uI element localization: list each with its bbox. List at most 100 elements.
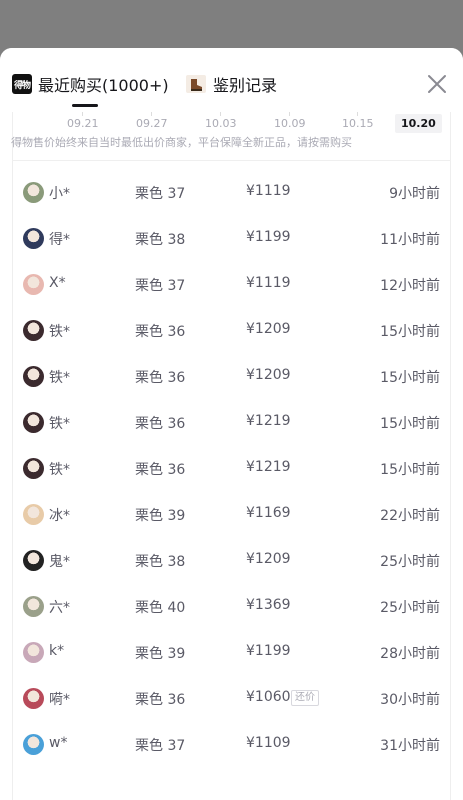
purchase-time: 28小时前: [380, 646, 440, 662]
date-label: 10.09: [274, 117, 306, 130]
product-spec: 栗色 40: [135, 600, 186, 616]
user-name: 冰*: [49, 508, 70, 524]
list-item: 铁* 栗色 36 ¥1209 15小时前: [12, 364, 451, 410]
list-item: k* 栗色 39 ¥1199 28小时前: [12, 640, 451, 686]
sale-price: ¥1169: [246, 505, 291, 521]
purchase-time: 11小时前: [380, 232, 440, 248]
user-name: 得*: [49, 232, 70, 248]
avatar: [23, 274, 44, 295]
purchase-time: 9小时前: [389, 186, 440, 202]
sale-price: ¥1119: [246, 183, 291, 199]
divider: [12, 160, 451, 161]
axis-tick: [289, 112, 290, 116]
product-spec: 栗色 38: [135, 232, 186, 248]
bargain-badge: 还价: [291, 690, 319, 706]
list-item: 得* 栗色 38 ¥1199 11小时前: [12, 226, 451, 272]
avatar: [23, 734, 44, 755]
purchase-time: 12小时前: [380, 278, 440, 294]
user-name: 鬼*: [49, 554, 70, 570]
date-label-active[interactable]: 10.20: [395, 114, 442, 133]
sale-price: ¥1209: [246, 367, 291, 383]
sale-price: ¥1209: [246, 551, 291, 567]
recent-purchases-sheet: 得物 最近购买(1000+) 鉴别记录 09.21 09.27 10.03 10…: [0, 48, 463, 800]
active-tab-indicator: [72, 104, 98, 107]
product-spec: 栗色 37: [135, 738, 186, 754]
user-name: 铁*: [49, 370, 70, 386]
product-spec: 栗色 38: [135, 554, 186, 570]
date-label: 10.15: [342, 117, 374, 130]
avatar: [23, 504, 44, 525]
product-spec: 栗色 39: [135, 646, 186, 662]
product-spec: 栗色 36: [135, 416, 186, 432]
avatar: [23, 320, 44, 341]
list-item: 铁* 栗色 36 ¥1219 15小时前: [12, 410, 451, 456]
user-name: 嗬*: [49, 692, 70, 708]
product-spec: 栗色 36: [135, 462, 186, 478]
sale-price: ¥1060: [246, 689, 291, 705]
user-name: X*: [49, 275, 66, 291]
close-icon: [428, 75, 446, 93]
sale-price: ¥1209: [246, 321, 291, 337]
sale-price: ¥1219: [246, 459, 291, 475]
purchase-time: 31小时前: [380, 738, 440, 754]
product-spec: 栗色 36: [135, 370, 186, 386]
avatar: [23, 182, 44, 203]
close-button[interactable]: [425, 72, 449, 96]
user-name: 六*: [49, 600, 70, 616]
list-item: 铁* 栗色 36 ¥1219 15小时前: [12, 456, 451, 502]
purchase-time: 30小时前: [380, 692, 440, 708]
axis-tick: [357, 112, 358, 116]
purchase-time: 15小时前: [380, 324, 440, 340]
product-spec: 栗色 39: [135, 508, 186, 524]
list-item: w* 栗色 37 ¥1109 31小时前: [12, 732, 451, 778]
avatar: [23, 366, 44, 387]
avatar: [23, 596, 44, 617]
purchase-time: 25小时前: [380, 554, 440, 570]
date-label: 10.03: [205, 117, 237, 130]
avatar: [23, 458, 44, 479]
avatar: [23, 412, 44, 433]
tab-auth-label: 鉴别记录: [213, 76, 278, 95]
product-spec: 栗色 36: [135, 692, 186, 708]
sale-price: ¥1199: [246, 229, 291, 245]
list-item: 嗬* 栗色 36 ¥1060 30小时前 还价: [12, 686, 451, 732]
boot-icon: [186, 75, 206, 93]
price-guarantee-note: 得物售价始终来自当时最低出价商家，平台保障全新正品，请按需购买: [11, 136, 352, 149]
product-spec: 栗色 37: [135, 186, 186, 202]
axis-tick: [151, 112, 152, 116]
list-item: 冰* 栗色 39 ¥1169 22小时前: [12, 502, 451, 548]
tab-authentication-records[interactable]: 鉴别记录: [185, 70, 277, 98]
user-name: 铁*: [49, 324, 70, 340]
product-spec: 栗色 36: [135, 324, 186, 340]
axis-tick: [82, 112, 83, 116]
avatar: [23, 228, 44, 249]
date-label: 09.21: [67, 117, 99, 130]
date-label: 09.27: [136, 117, 168, 130]
purchase-time: 15小时前: [380, 462, 440, 478]
avatar: [23, 550, 44, 571]
list-item: 小* 栗色 37 ¥1119 9小时前: [12, 180, 451, 226]
sale-price: ¥1219: [246, 413, 291, 429]
sale-price: ¥1199: [246, 643, 291, 659]
list-item: 鬼* 栗色 38 ¥1209 25小时前: [12, 548, 451, 594]
product-spec: 栗色 37: [135, 278, 186, 294]
purchase-time: 25小时前: [380, 600, 440, 616]
list-item: 铁* 栗色 36 ¥1209 15小时前: [12, 318, 451, 364]
purchase-time: 22小时前: [380, 508, 440, 524]
tab-recent-purchases[interactable]: 得物 最近购买(1000+): [12, 70, 169, 98]
user-name: 铁*: [49, 462, 70, 478]
sale-price: ¥1119: [246, 275, 291, 291]
sale-price: ¥1109: [246, 735, 291, 751]
purchase-time: 15小时前: [380, 416, 440, 432]
axis-tick: [220, 112, 221, 116]
purchase-list: 小* 栗色 37 ¥1119 9小时前 得* 栗色 38 ¥1199 11小时前 X* 栗色 37…: [12, 180, 451, 778]
list-item: X* 栗色 37 ¥1119 12小时前: [12, 272, 451, 318]
avatar: [23, 688, 44, 709]
user-name: w*: [49, 735, 68, 751]
dewu-logo-icon: 得物: [12, 74, 32, 94]
avatar: [23, 642, 44, 663]
tab-recent-label: 最近购买(1000+): [38, 76, 169, 95]
user-name: 铁*: [49, 416, 70, 432]
purchase-time: 15小时前: [380, 370, 440, 386]
user-name: k*: [49, 643, 65, 659]
